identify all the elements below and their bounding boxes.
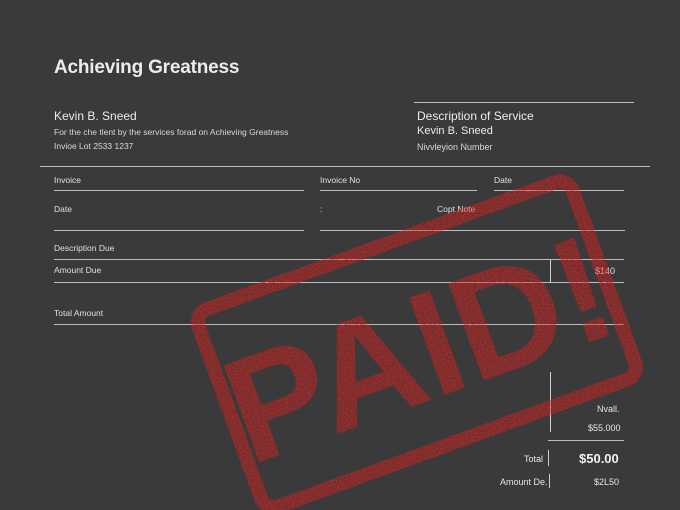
client-invoice-lot: Invioe Lot 2533 1237 xyxy=(54,141,134,151)
client-name: Kevin B. Sneed xyxy=(54,109,137,123)
nvall-value: $55.000 xyxy=(588,423,621,433)
total-label: Total xyxy=(524,454,544,464)
invoice-page: Achieving Greatness Kevin B. Sneed For t… xyxy=(0,0,680,510)
header-divider xyxy=(40,166,650,167)
service-heading: Description of Service xyxy=(417,109,534,123)
amount-due-rule xyxy=(54,282,624,283)
amount-de-value: $2L50 xyxy=(594,477,620,487)
amount-de-separator xyxy=(549,474,550,488)
invoice-title: Achieving Greatness xyxy=(54,57,240,78)
summary-separator-upper xyxy=(550,372,551,432)
paid-stamp-text: PAID! xyxy=(203,202,634,496)
service-number-label: Nivvleyion Number xyxy=(417,142,493,152)
amount-due-label: Amount Due xyxy=(54,265,102,275)
paid-stamp-border xyxy=(190,174,643,510)
date-top-label: Date xyxy=(494,175,512,185)
total-value: $50.00 xyxy=(579,451,619,466)
amount-de-label: Amount De. xyxy=(500,477,548,487)
amount-due-value: $140 xyxy=(595,266,616,276)
invoice-rule xyxy=(54,190,304,191)
invoice-no-rule xyxy=(320,190,477,191)
total-separator xyxy=(548,450,549,466)
invoice-label: Invoice xyxy=(54,175,81,185)
date-top-rule xyxy=(494,190,624,191)
nvall-rule xyxy=(548,440,624,441)
description-due-rule xyxy=(54,259,624,260)
copt-note-label: Copt Note xyxy=(437,204,476,214)
service-top-rule xyxy=(414,102,634,103)
copt-note-rule xyxy=(320,230,625,231)
total-amount-rule xyxy=(54,324,624,325)
date-colon: : xyxy=(320,204,323,214)
description-due-label: Description Due xyxy=(54,243,115,253)
amount-due-separator xyxy=(550,260,551,282)
date-rule xyxy=(54,230,304,231)
client-description: For the che tlent by the services forad … xyxy=(54,127,289,137)
date-label: Date xyxy=(54,204,72,214)
nvall-label: Nvall. xyxy=(597,404,620,414)
service-name: Kevin B. Sneed xyxy=(417,125,493,137)
total-amount-label: Total Amount xyxy=(54,308,104,318)
invoice-no-label: Invoice No xyxy=(320,175,361,185)
